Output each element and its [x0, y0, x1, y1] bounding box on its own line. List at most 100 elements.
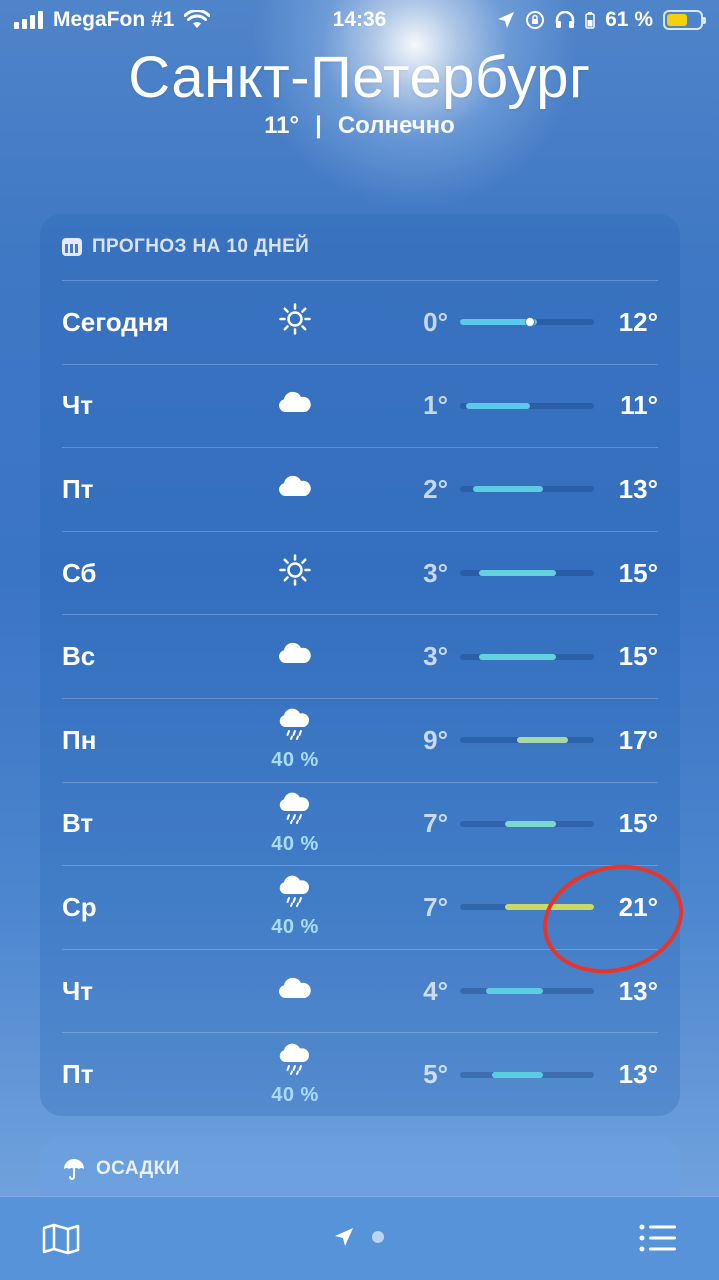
forecast-low-temp: 0° — [423, 306, 448, 337]
forecast-weather — [262, 448, 328, 531]
cloud-icon — [277, 976, 313, 1007]
ten-day-forecast-card[interactable]: ПРОГНОЗ НА 10 ДНЕЙ Сегодня 0° 12° Чт 1° 11° Пт… — [40, 214, 680, 1116]
forecast-weather: 40 % — [262, 1033, 328, 1116]
forecast-row[interactable]: Пт 40 % 5° 13° — [62, 1032, 658, 1116]
forecast-row[interactable]: Пт 2° 13° — [62, 447, 658, 531]
temperature-range-fill — [491, 1071, 543, 1078]
temperature-range-bar — [460, 402, 594, 409]
precipitation-title: ОСАДКИ — [96, 1158, 180, 1179]
rain-icon — [277, 708, 313, 747]
current-summary: 11° | Солнечно — [0, 112, 719, 140]
temperature-range-fill — [472, 486, 543, 493]
cloud-icon — [277, 474, 313, 505]
status-right: 61 % — [497, 8, 706, 32]
precipitation-card-header: ОСАДКИ — [40, 1136, 680, 1202]
forecast-weather: 40 % — [262, 783, 328, 866]
temperature-range-bar — [460, 653, 594, 660]
temperature-range-fill — [485, 988, 543, 995]
forecast-high-temp: 13° — [618, 975, 658, 1006]
bottom-toolbar — [0, 1196, 719, 1280]
cloud-icon — [277, 641, 313, 672]
temperature-range-bar — [460, 317, 594, 328]
location-arrow-icon[interactable] — [334, 1227, 354, 1247]
forecast-high-temp: 12° — [618, 306, 658, 337]
forecast-day-label: Пт — [62, 473, 94, 504]
temperature-range-fill — [466, 402, 531, 409]
forecast-row[interactable]: Вс 3° 15° — [62, 614, 658, 698]
status-bar: MegaFon #1 14:36 61 % — [0, 0, 719, 44]
calendar-icon — [62, 238, 82, 256]
rain-icon — [277, 1043, 313, 1082]
sun-icon — [279, 553, 311, 593]
forecast-high-temp: 15° — [618, 557, 658, 588]
battery-level — [667, 14, 687, 26]
forecast-high-temp: 13° — [618, 473, 658, 504]
forecast-weather: 40 % — [262, 699, 328, 782]
temperature-range-fill — [504, 820, 556, 827]
temperature-range-fill — [479, 570, 556, 577]
battery-small-icon — [585, 12, 595, 29]
rain-icon — [277, 792, 313, 831]
forecast-day-label: Вт — [62, 808, 94, 839]
forecast-low-temp: 1° — [423, 390, 448, 421]
forecast-day-label: Чт — [62, 390, 94, 421]
forecast-day-label: Ср — [62, 891, 97, 922]
forecast-low-temp: 2° — [423, 473, 448, 504]
forecast-title: ПРОГНОЗ НА 10 ДНЕЙ — [92, 236, 310, 257]
forecast-weather — [262, 615, 328, 698]
forecast-day-label: Пт — [62, 1059, 94, 1090]
summary-separator: | — [315, 112, 322, 139]
forecast-row[interactable]: Вт 40 % 7° 15° — [62, 781, 658, 866]
forecast-high-temp: 21° — [618, 891, 658, 922]
map-icon[interactable] — [42, 1223, 80, 1255]
forecast-weather: 40 % — [262, 866, 328, 949]
precipitation-chance: 40 % — [271, 916, 319, 939]
cloud-icon — [277, 390, 313, 421]
temperature-range-bar — [460, 820, 594, 827]
precipitation-chance: 40 % — [271, 832, 319, 855]
temperature-range-bar — [460, 486, 594, 493]
list-icon[interactable] — [639, 1223, 677, 1253]
temperature-range-bar — [460, 988, 594, 995]
orientation-lock-icon — [526, 11, 545, 29]
forecast-day-label: Сб — [62, 557, 97, 588]
forecast-low-temp: 7° — [423, 891, 448, 922]
forecast-weather — [262, 950, 328, 1033]
temperature-range-fill — [517, 737, 569, 744]
page-indicator[interactable] — [334, 1227, 384, 1247]
forecast-row[interactable]: Пн 40 % 9° 17° — [62, 697, 658, 782]
forecast-low-temp: 3° — [423, 557, 448, 588]
forecast-day-label: Чт — [62, 975, 94, 1006]
temperature-range-fill — [479, 653, 556, 660]
headphones-icon — [555, 11, 575, 28]
forecast-day-label: Пн — [62, 724, 97, 755]
forecast-row[interactable]: Чт 1° 11° — [62, 363, 658, 448]
city-name: Санкт-Петербург — [128, 45, 591, 110]
current-condition: Солнечно — [337, 112, 455, 139]
battery-percent: 61 % — [605, 8, 653, 31]
forecast-high-temp: 13° — [618, 1059, 658, 1090]
forecast-weather — [262, 281, 328, 364]
page-dot[interactable] — [372, 1231, 384, 1243]
forecast-weather — [262, 365, 328, 448]
forecast-low-temp: 4° — [423, 975, 448, 1006]
temperature-range-fill — [504, 904, 594, 911]
forecast-row[interactable]: Сб 3° 15° — [62, 530, 658, 615]
forecast-low-temp: 7° — [423, 808, 448, 839]
location-services-icon — [498, 12, 515, 28]
forecast-day-label: Сегодня — [62, 306, 169, 337]
forecast-row[interactable]: Сегодня 0° 12° — [62, 280, 658, 364]
forecast-row[interactable]: Ср 40 % 7° 21° — [62, 865, 658, 949]
temperature-range-bar — [460, 904, 594, 911]
current-temperature: 11° — [264, 112, 300, 139]
battery-icon — [663, 10, 706, 30]
forecast-high-temp: 15° — [618, 808, 658, 839]
forecast-high-temp: 17° — [618, 724, 658, 755]
forecast-high-temp: 11° — [620, 390, 658, 421]
precipitation-chance: 40 % — [271, 1083, 319, 1106]
umbrella-icon — [64, 1159, 84, 1180]
forecast-rows: Сегодня 0° 12° Чт 1° 11° Пт 2° 13° Сб 3° 15° Вс 3° 15°… — [62, 280, 658, 1116]
temperature-range-bar — [460, 1071, 594, 1078]
forecast-low-temp: 9° — [423, 724, 448, 755]
forecast-row[interactable]: Чт 4° 13° — [62, 948, 658, 1033]
